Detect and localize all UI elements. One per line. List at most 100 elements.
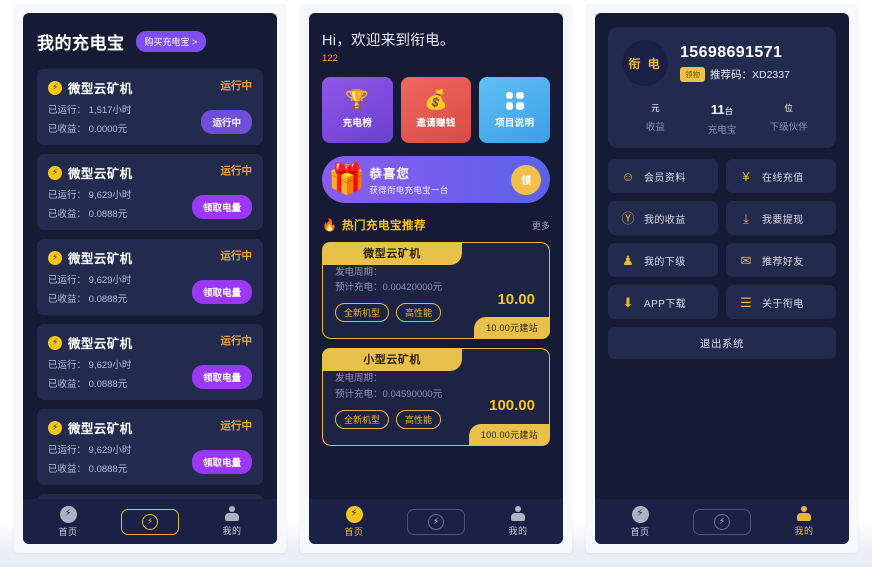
congrats-banner[interactable]: 🎁 恭喜您 获得衔电充电宝一台 领 [322, 156, 550, 203]
menu-item-earnings[interactable]: Ⓨ 我的收益 [608, 201, 718, 235]
runtime-value: 9,629小时 [88, 360, 132, 371]
menu-item-label: 推荐好友 [762, 256, 804, 268]
stats-row: 元收益 11台 充电宝位下级伙伴 [622, 102, 822, 136]
stat-value: 位 [755, 102, 822, 114]
table-row[interactable]: ⚡ 微型云矿机 运行中已运行： 9,629小时已收益： 0.0888元 领取电量 [37, 239, 263, 315]
product-footer-label: 100.00元建站 [468, 423, 550, 446]
charge-label: 预计充电： [335, 282, 383, 294]
status-badge: 运行中 [220, 420, 253, 432]
runtime-value: 9,629小时 [88, 445, 132, 456]
banner-claim-button[interactable]: 领 [511, 164, 541, 195]
tabbar-2: ⚡ 首页 ⚡ 我的 [309, 499, 563, 544]
menu-item-gift[interactable]: ✉ 推荐好友 [726, 243, 836, 277]
menu-item-label: 我的下级 [644, 256, 686, 268]
tile-invite-earn[interactable]: 💰 邀请赚钱 [400, 77, 472, 143]
download-app-icon: ⬇ [622, 294, 634, 310]
tab-mine-label: 我的 [508, 526, 528, 536]
panel3-scroll[interactable]: 衔 电 15698691571 领物 推荐码：XD2337 元收益 11台 充电宝位… [595, 13, 849, 544]
tab-mine[interactable]: 我的 [495, 506, 541, 537]
menu-item-coin-recharge[interactable]: ¥ 在线充值 [726, 159, 836, 193]
tab-charge-button[interactable]: ⚡ [121, 508, 179, 535]
product-price: 10.00 [497, 291, 535, 308]
income-label: 已收益： [48, 209, 87, 220]
tab-mine-label: 我的 [222, 526, 242, 536]
product-card[interactable]: 微型云矿机 发电周期： 预计充电：0.00420000元 10.00 全新机型 高性能 10… [322, 242, 550, 340]
cycle-label: 发电周期： [335, 373, 383, 385]
panel-home: Hi，欢迎来到衔电。 122 🏆 充电榜 💰 邀请赚钱 项目说明 🎁 恭喜您 获… [300, 4, 572, 553]
charge-bolt-icon: ⚡ [428, 513, 444, 530]
stat-value: 元 [622, 102, 689, 114]
powerbank-name: 微型云矿机 [68, 422, 133, 436]
claim-power-button[interactable]: 领取电量 [191, 365, 252, 389]
powerbank-name: 微型云矿机 [68, 252, 133, 266]
tile-charging-rank[interactable]: 🏆 充电榜 [322, 77, 393, 143]
menu-item-label: 我的收益 [644, 214, 686, 226]
charge-value: 0.04590000元 [382, 388, 443, 400]
profile-card: 衔 电 15698691571 领物 推荐码：XD2337 元收益 11台 充电宝位… [608, 27, 836, 148]
tab-home-label: 首页 [58, 526, 78, 537]
income-value: 0.0888元 [88, 209, 128, 220]
panel1-scroll[interactable]: 我的充电宝 购买充电宝 > ⚡ 微型云矿机 运行中 已运行： 1,517小时 已收益： … [23, 13, 277, 544]
bolt-icon: ⚡ [48, 165, 62, 180]
tab-home-label: 首页 [630, 526, 650, 537]
stat-label: 充电宝 [707, 125, 737, 136]
banner-text: 恭喜您 获得衔电充电宝一台 [369, 163, 448, 196]
powerbank-name: 微型云矿机 [68, 337, 133, 351]
tab-mine[interactable]: 我的 [209, 506, 255, 537]
tab-home[interactable]: ⚡ 首页 [617, 505, 663, 538]
hot-more-link[interactable]: 更多 [532, 219, 550, 232]
tab-home[interactable]: ⚡ 首页 [331, 505, 377, 538]
menu-item-label: APP下载 [644, 298, 687, 310]
tab-home[interactable]: ⚡ 首页 [45, 505, 91, 538]
tile-project-info[interactable]: 项目说明 [479, 77, 551, 143]
claim-power-button[interactable]: 领取电量 [191, 450, 252, 474]
claim-power-button[interactable]: 领取电量 [191, 195, 252, 219]
bolt-icon: ⚡ [48, 250, 62, 265]
greeting-text: Hi，欢迎来到衔电。 [322, 33, 455, 49]
runtime-label: 已运行： [48, 445, 87, 456]
referral-code: 推荐码：XD2337 [710, 69, 790, 81]
menu-item-withdraw[interactable]: ⤓ 我要提现 [726, 201, 836, 235]
claim-power-button[interactable]: 领取电量 [191, 280, 252, 304]
tab-mine[interactable]: 我的 [781, 506, 827, 537]
phone-frame-1: 我的充电宝 购买充电宝 > ⚡ 微型云矿机 运行中 已运行： 1,517小时 已收益： … [23, 13, 277, 544]
coin-recharge-icon: ¥ [742, 168, 750, 184]
stat-unit: 元 [651, 103, 660, 113]
buy-powerbank-button[interactable]: 购买充电宝 > [135, 31, 207, 52]
menu-item-subordinates[interactable]: ♟ 我的下级 [608, 243, 718, 277]
product-price: 100.00 [489, 397, 535, 415]
income-label: 已收益： [48, 294, 87, 305]
product-tag: 全新机型 [335, 303, 390, 323]
person-icon [224, 506, 240, 522]
income-value: 0.0000元 [88, 124, 128, 135]
product-card[interactable]: 小型云矿机 发电周期： 预计充电：0.04590000元 100.00 全新机型 高性能 1… [322, 348, 550, 446]
banner-title: 恭喜您 [369, 167, 410, 181]
table-row[interactable]: ⚡ 微型云矿机 运行中 已运行： 1,517小时 已收益： 0.0000元 运行中 [37, 69, 263, 145]
tile-project-info-label: 项目说明 [495, 117, 535, 129]
logout-button[interactable]: 退出系统 [608, 327, 836, 359]
tile-charging-rank-label: 充电榜 [342, 118, 373, 129]
bolt-icon: ⚡ [631, 505, 649, 523]
table-row[interactable]: ⚡ 微型云矿机 运行中已运行： 9,629小时已收益： 0.0888元 领取电量 [37, 409, 263, 485]
table-row[interactable]: ⚡ 微型云矿机 运行中已运行： 9,629小时已收益： 0.0888元 领取电量 [37, 324, 263, 400]
table-row[interactable]: ⚡ 微型云矿机 运行中已运行： 9,629小时已收益： 0.0888元 领取电量 [37, 154, 263, 230]
menu-item-about[interactable]: ☰ 关于衔电 [726, 285, 836, 319]
about-icon: ☰ [740, 294, 752, 310]
subordinates-icon: ♟ [622, 252, 634, 268]
profile-top: 衔 电 15698691571 领物 推荐码：XD2337 [622, 40, 822, 86]
panel2-scroll[interactable]: Hi，欢迎来到衔电。 122 🏆 充电榜 💰 邀请赚钱 项目说明 🎁 恭喜您 获… [309, 13, 563, 544]
status-badge: 运行中 [220, 250, 253, 262]
tab-home-label: 首页 [344, 526, 364, 537]
user-profile-icon: ☺ [621, 168, 635, 184]
runtime-label: 已运行： [48, 360, 87, 371]
bolt-icon: ⚡ [345, 505, 363, 523]
tab-charge-button[interactable]: ⚡ [693, 508, 751, 535]
cycle-label: 发电周期： [335, 267, 383, 278]
income-label: 已收益： [48, 379, 87, 390]
menu-item-user-profile[interactable]: ☺ 会员资料 [608, 159, 718, 193]
money-bag-icon: 💰 [424, 90, 448, 111]
profile-identity: 15698691571 领物 推荐码：XD2337 [680, 44, 790, 82]
running-pill[interactable]: 运行中 [201, 110, 252, 134]
tab-charge-button[interactable]: ⚡ [407, 508, 465, 535]
menu-item-download-app[interactable]: ⬇ APP下载 [608, 285, 718, 319]
